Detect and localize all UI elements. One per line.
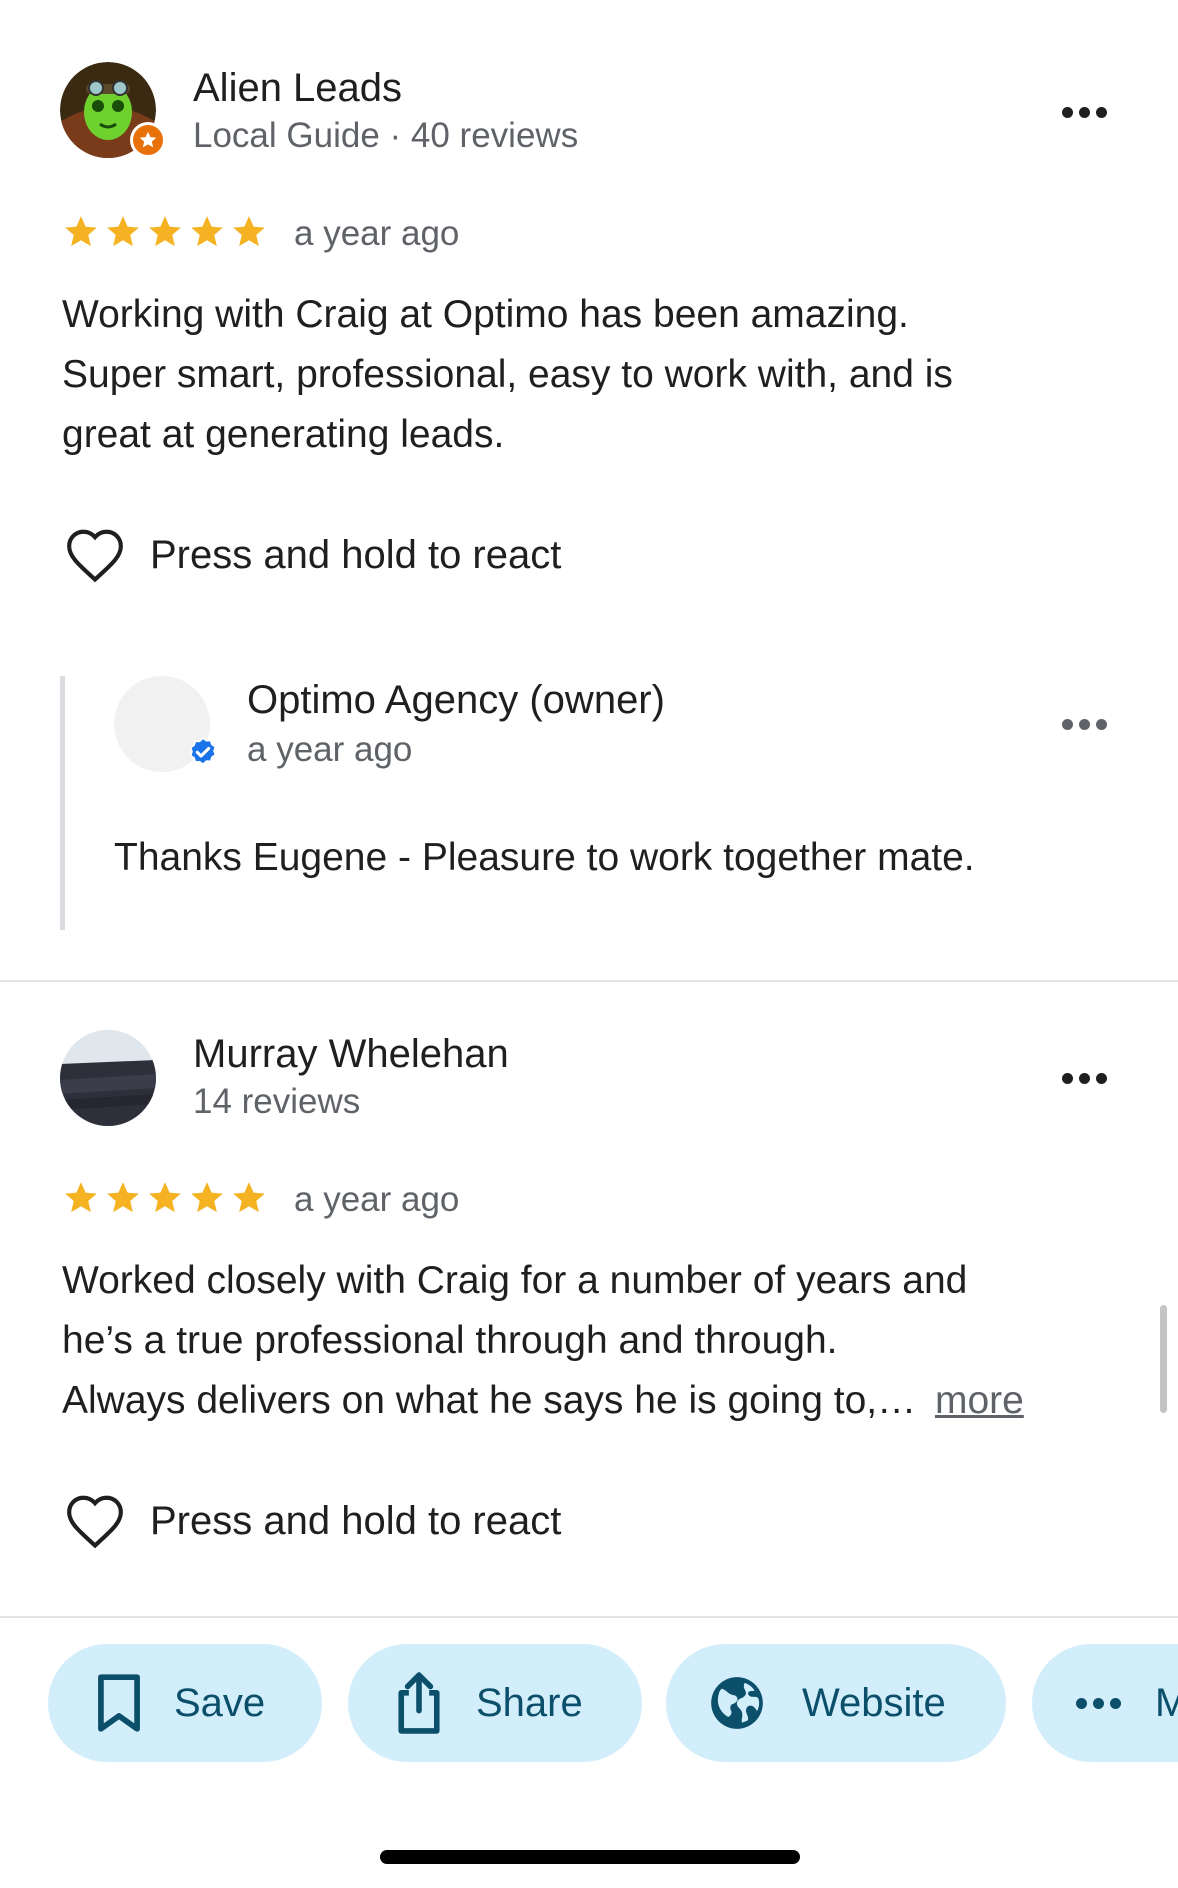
reviewer-meta: 14 reviews bbox=[193, 1082, 361, 1121]
react-label: Press and hold to react bbox=[150, 1498, 562, 1543]
react-button[interactable]: Press and hold to react bbox=[64, 1492, 561, 1550]
landscape-avatar-image bbox=[60, 1030, 156, 1126]
website-label: Website bbox=[802, 1680, 946, 1725]
globe-icon bbox=[711, 1677, 763, 1729]
review-time: a year ago bbox=[294, 1180, 460, 1219]
heart-outline-icon bbox=[67, 1495, 123, 1549]
bookmark-icon bbox=[98, 1674, 140, 1732]
ellipsis-icon bbox=[1076, 1697, 1121, 1709]
reviews-screen: Alien Leads Local Guide · 40 reviews a y… bbox=[0, 0, 1178, 1888]
star-rating bbox=[62, 1179, 268, 1217]
reviewer-name[interactable]: Murray Whelehan bbox=[193, 1032, 509, 1077]
star-icon bbox=[107, 1182, 139, 1213]
review-text-truncated: Always delivers on what he says he is go… bbox=[62, 1379, 917, 1422]
scrollbar[interactable] bbox=[1160, 1305, 1167, 1413]
star-icon bbox=[65, 1182, 97, 1213]
save-button[interactable]: Save bbox=[48, 1644, 322, 1762]
save-label: Save bbox=[174, 1680, 266, 1725]
review-text-line: he’s a true professional through and thr… bbox=[62, 1319, 838, 1362]
review-text-line: Worked closely with Craig for a number o… bbox=[62, 1259, 968, 1302]
share-button[interactable]: Share bbox=[348, 1644, 642, 1762]
more-actions-label: M bbox=[1155, 1680, 1178, 1725]
website-button[interactable]: Website bbox=[666, 1644, 1006, 1762]
review-card-2: Murray Whelehan 14 reviews a year ago Wo… bbox=[0, 0, 1178, 1616]
more-actions-button[interactable]: M bbox=[1032, 1644, 1178, 1762]
review-text-line: Always delivers on what he says he is go… bbox=[62, 1371, 1024, 1431]
star-icon bbox=[233, 1182, 265, 1213]
home-indicator[interactable] bbox=[380, 1850, 800, 1864]
star-icon bbox=[149, 1182, 181, 1213]
star-icon bbox=[191, 1182, 223, 1213]
share-icon bbox=[398, 1672, 440, 1734]
review-options-button[interactable] bbox=[1054, 1058, 1114, 1098]
review-text: Worked closely with Craig for a number o… bbox=[62, 1251, 1024, 1431]
share-label: Share bbox=[476, 1680, 583, 1725]
read-more-link[interactable]: more bbox=[935, 1379, 1024, 1422]
reviewer-avatar[interactable] bbox=[60, 1030, 156, 1126]
ellipsis-icon bbox=[1061, 1072, 1073, 1084]
